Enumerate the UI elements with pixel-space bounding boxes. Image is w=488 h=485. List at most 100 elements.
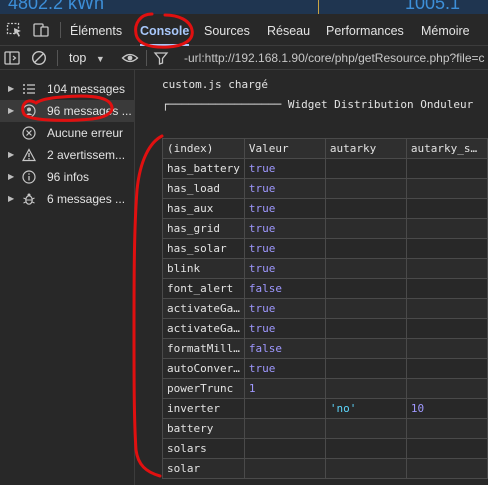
sidebar-item-errors[interactable]: Aucune erreur	[0, 122, 135, 144]
cell-valeur: true	[243, 258, 326, 279]
cell-index: autoConver…	[162, 358, 245, 379]
cell-autarky-s	[405, 218, 488, 239]
cell-index: has_aux	[162, 198, 245, 219]
console-output: custom.js chargé ┌───────────────── Widg…	[136, 70, 488, 485]
cell-index: has_load	[162, 178, 245, 199]
cell-autarky-s	[405, 258, 488, 279]
warning-icon	[22, 148, 36, 162]
table-row: has_load true	[162, 178, 488, 199]
table-row: solars	[162, 438, 488, 459]
expand-arrow-icon[interactable]: ▶	[8, 78, 14, 100]
tab-console[interactable]: Console	[140, 14, 190, 46]
sidebar-item-messages[interactable]: ▶ 104 messages	[0, 78, 135, 100]
sidebar-item-label: 2 avertissem...	[47, 148, 126, 162]
table-row: has_grid true	[162, 218, 488, 239]
background-divider	[318, 0, 319, 14]
filter-icon	[153, 52, 169, 65]
background-power-value: 1005.1 kW	[405, 0, 461, 13]
expand-arrow-icon[interactable]: ▶	[8, 144, 14, 166]
cell-valeur	[243, 398, 326, 419]
chevron-down-icon: ▼	[95, 54, 105, 64]
cell-autarky-s	[405, 338, 488, 359]
cell-index: font_alert	[162, 278, 245, 299]
cell-autarky-s	[405, 238, 488, 259]
cell-valeur	[243, 418, 326, 439]
devtools-tab-bar: Éléments Console Sources Réseau Performa…	[0, 14, 488, 46]
sidebar-item-info[interactable]: ▶ 96 infos	[0, 166, 135, 188]
cell-index: activateGa…	[162, 318, 245, 339]
cell-autarky	[324, 218, 407, 239]
sidebar-item-verbose[interactable]: ▶ 6 messages ...	[0, 188, 135, 210]
cell-autarky: 'no'	[324, 398, 407, 419]
column-header-valeur[interactable]: Valeur	[243, 138, 326, 159]
user-icon	[22, 104, 36, 118]
table-row: activateGa… true	[162, 298, 488, 319]
context-selector[interactable]: top ▼	[69, 46, 105, 70]
cell-autarky	[324, 458, 407, 479]
expand-arrow-icon[interactable]: ▶	[8, 166, 14, 188]
expand-arrow-icon[interactable]: ▶	[8, 100, 14, 122]
console-toolbar: top ▼ -url:http://192.168.1.90/core/php/…	[0, 46, 488, 70]
sidebar-item-label: 6 messages ...	[47, 192, 126, 206]
cell-autarky	[324, 358, 407, 379]
cell-valeur: false	[243, 278, 326, 299]
background-energy-value: 4802.2 kWh	[8, 0, 105, 13]
table-row: solar	[162, 458, 488, 479]
table-row: inverter 'no' 10	[162, 398, 488, 419]
cell-index: has_grid	[162, 218, 245, 239]
cell-autarky	[324, 418, 407, 439]
cell-valeur: 1	[243, 378, 326, 399]
filter-input[interactable]: -url:http://192.168.1.90/core/php/getRes…	[176, 50, 488, 67]
sidebar-item-user-messages[interactable]: ▶ 96 messages ...	[0, 100, 135, 122]
cell-index: inverter	[162, 398, 245, 419]
cell-autarky	[324, 158, 407, 179]
cell-index: activateGa…	[162, 298, 245, 319]
table-header-row: (index) Valeur autarky autarky_s…	[162, 138, 488, 159]
toolbar-separator	[146, 50, 147, 66]
tab-network[interactable]: Réseau	[267, 14, 310, 46]
tab-elements[interactable]: Éléments	[70, 14, 122, 46]
console-sidebar: ▶ 104 messages ▶ 96 messages ... Aucune …	[0, 70, 135, 485]
cell-valeur: false	[243, 338, 326, 359]
cell-autarky	[324, 318, 407, 339]
device-toolbar-icon[interactable]	[32, 22, 50, 38]
cell-autarky-s	[405, 458, 488, 479]
sidebar-item-warnings[interactable]: ▶ 2 avertissem...	[0, 144, 135, 166]
cell-autarky	[324, 198, 407, 219]
tab-sources[interactable]: Sources	[204, 14, 250, 46]
cell-index: solar	[162, 458, 245, 479]
context-value: top	[69, 51, 87, 65]
console-table-wrapper: (index) Valeur autarky autarky_s… has_ba…	[162, 138, 488, 479]
tab-separator	[60, 22, 61, 38]
table-row: blink true	[162, 258, 488, 279]
column-header-index[interactable]: (index)	[162, 138, 245, 159]
eye-icon[interactable]	[121, 49, 139, 67]
table-row: activateGa… true	[162, 318, 488, 339]
cell-autarky	[324, 438, 407, 459]
cell-autarky	[324, 178, 407, 199]
cell-index: blink	[162, 258, 245, 279]
sidebar-toggle-icon[interactable]	[3, 49, 21, 67]
tab-performance[interactable]: Performances	[326, 14, 404, 46]
column-header-autarky[interactable]: autarky	[324, 138, 407, 159]
sidebar-item-label: Aucune erreur	[47, 126, 124, 140]
cell-valeur: true	[243, 218, 326, 239]
cell-valeur: true	[243, 358, 326, 379]
cell-autarky	[324, 258, 407, 279]
inspect-element-icon[interactable]	[6, 22, 24, 38]
cell-index: solars	[162, 438, 245, 459]
sidebar-item-label: 104 messages	[47, 82, 126, 96]
tab-memory[interactable]: Mémoire	[421, 14, 470, 46]
cell-autarky-s	[405, 358, 488, 379]
column-header-autarky-s[interactable]: autarky_s…	[405, 138, 488, 159]
cell-valeur	[243, 438, 326, 459]
cell-autarky-s	[405, 318, 488, 339]
table-row: battery	[162, 418, 488, 439]
sidebar-item-label: 96 messages ...	[47, 104, 132, 118]
console-table: (index) Valeur autarky autarky_s… has_ba…	[162, 138, 488, 479]
cell-index: battery	[162, 418, 245, 439]
clear-console-icon[interactable]	[30, 49, 48, 67]
cell-index: has_solar	[162, 238, 245, 259]
expand-arrow-icon[interactable]: ▶	[8, 188, 14, 210]
background-page-strip: 4802.2 kWh 1005.1 kW	[0, 0, 488, 14]
